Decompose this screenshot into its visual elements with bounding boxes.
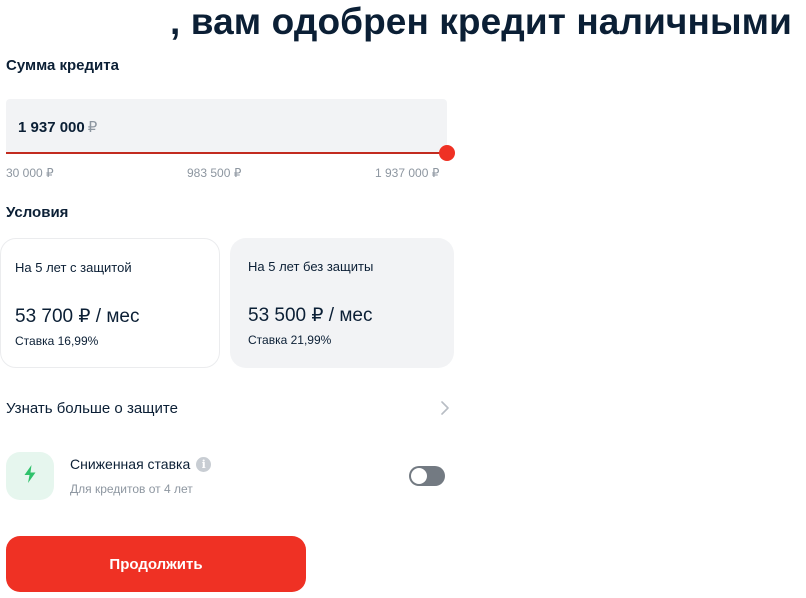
amount-section-title: Сумма кредита [6,57,119,74]
low-rate-title: Сниженная ставка i [70,456,212,472]
page-title: , вам одобрен кредит наличными [170,1,792,42]
amount-value: 1 937 000 ₽ [18,118,97,136]
low-rate-subtitle: Для кредитов от 4 лет [70,482,193,496]
slider-mid-label: 983 500 ₽ [187,166,242,180]
toggle-knob [411,468,427,484]
condition-card-with-protection[interactable]: На 5 лет с защитой 53 700 ₽ / мес Ставка… [0,238,220,368]
lightning-icon [23,464,37,489]
amount-currency: ₽ [87,119,98,136]
slider-min-label: 30 000 ₽ [6,166,54,180]
protection-info-link[interactable]: Узнать больше о защите [6,396,450,420]
conditions-section-title: Условия [6,204,69,221]
low-rate-toggle[interactable] [409,466,445,486]
card-monthly-payment: 53 500 ₽ / мес [248,305,373,326]
continue-button[interactable]: Продолжить [6,536,306,592]
amount-input[interactable]: 1 937 000 ₽ [6,99,447,153]
low-rate-title-text: Сниженная ставка [70,456,191,472]
card-term: На 5 лет с защитой [15,260,132,275]
chevron-right-icon [440,401,450,420]
slider-fill [6,152,447,154]
amount-slider[interactable] [6,145,455,161]
amount-number: 1 937 000 [18,119,85,136]
card-term: На 5 лет без защиты [248,259,374,274]
info-icon[interactable]: i [196,456,212,472]
slider-thumb[interactable] [439,145,455,161]
low-rate-icon-box [6,452,54,500]
protection-info-label: Узнать больше о защите [6,400,178,417]
card-rate: Ставка 21,99% [248,333,332,347]
card-rate: Ставка 16,99% [15,334,99,348]
slider-max-label: 1 937 000 ₽ [375,166,440,180]
condition-card-without-protection[interactable]: На 5 лет без защиты 53 500 ₽ / мес Ставк… [230,238,454,368]
card-monthly-payment: 53 700 ₽ / мес [15,306,140,327]
